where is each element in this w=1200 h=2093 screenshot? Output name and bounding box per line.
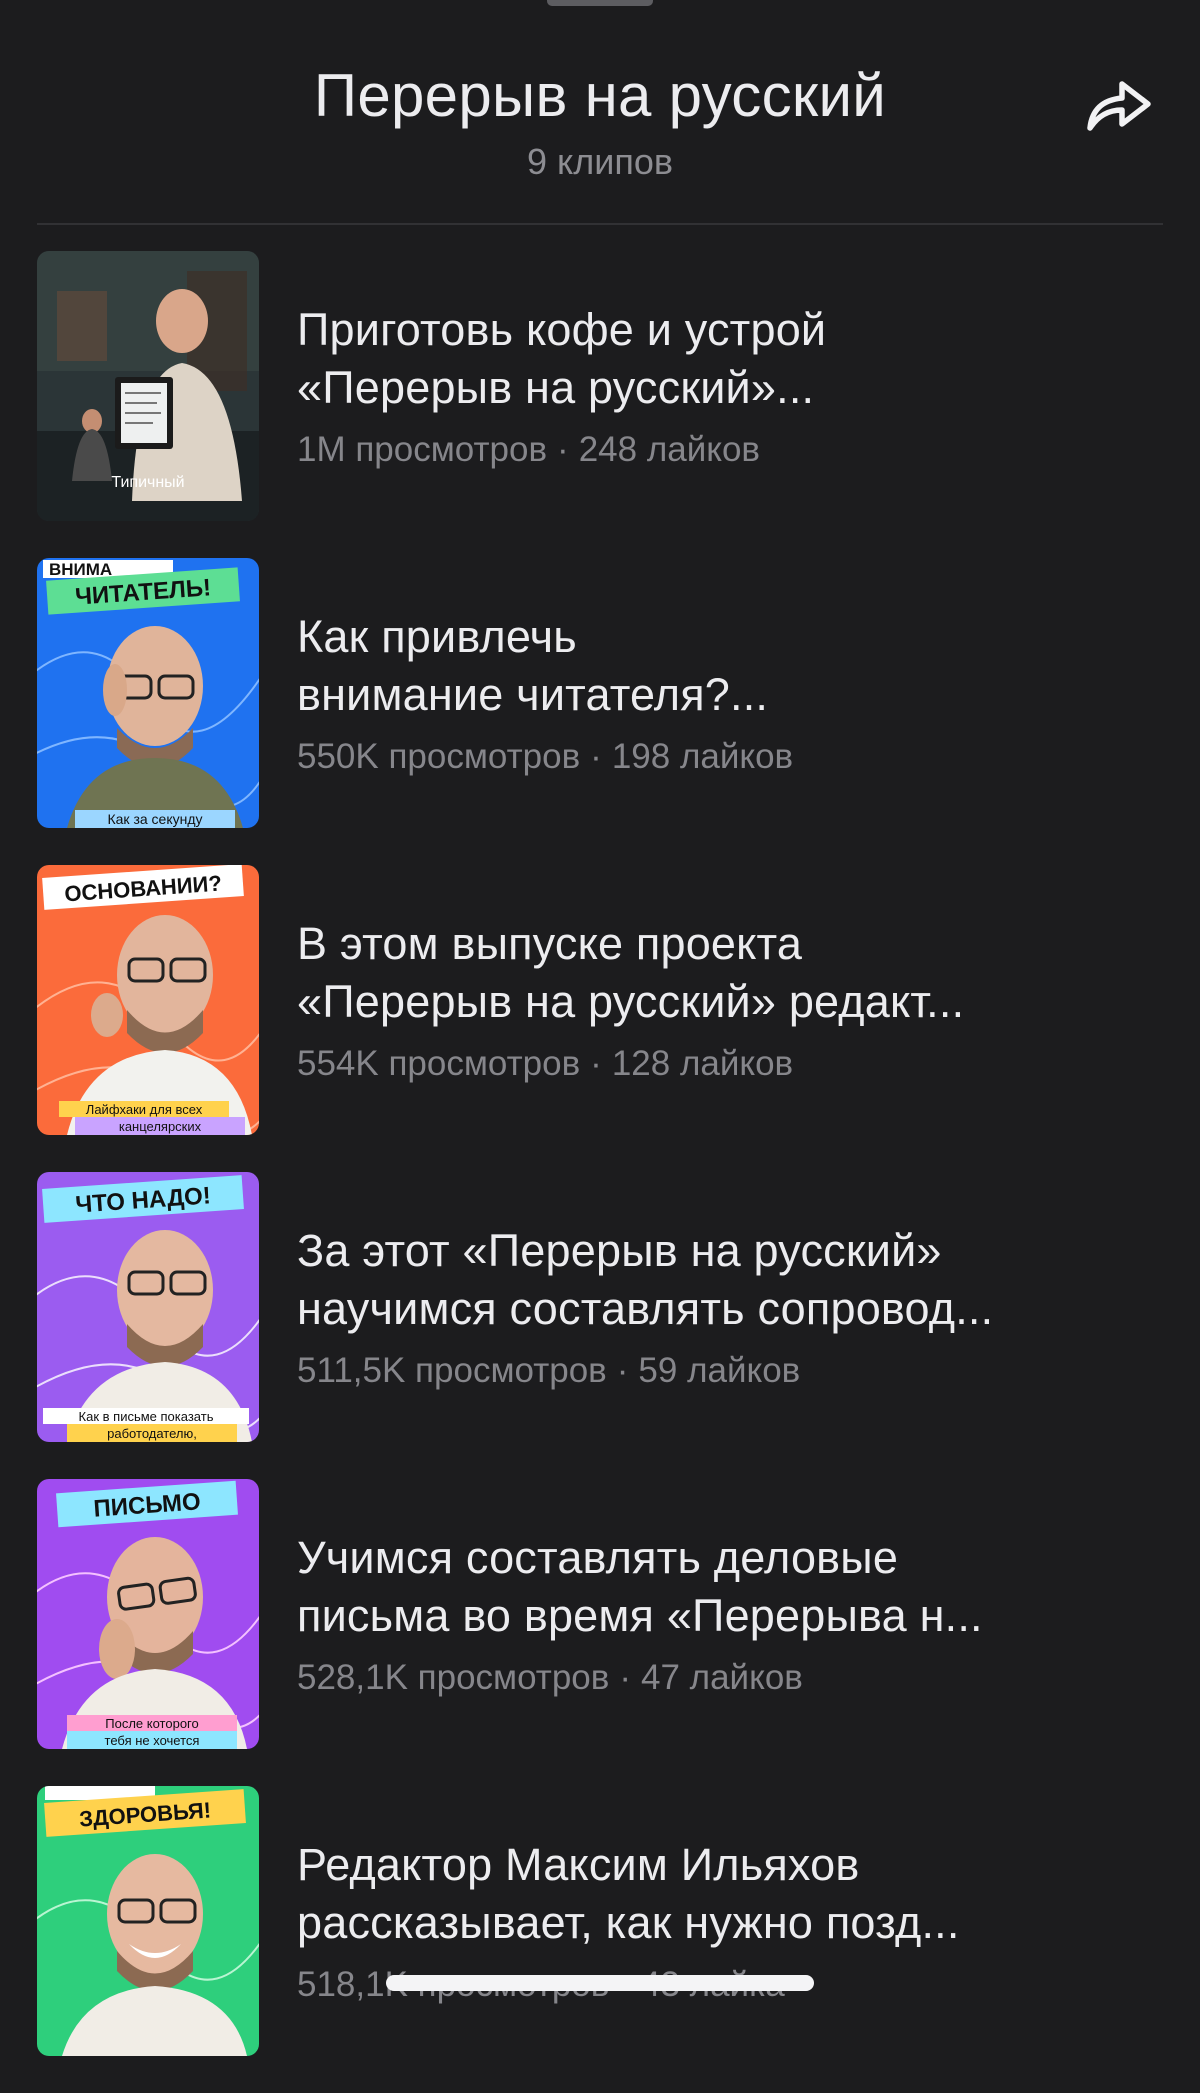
header-divider xyxy=(37,223,1163,225)
thumb-caption: Как за секунду xyxy=(107,811,202,827)
clip-title: Редактор Максим Ильяхов рассказывает, ка… xyxy=(297,1836,1077,1952)
thumb-caption: После которого xyxy=(105,1716,198,1731)
clip-stats: 554K просмотров · 128 лайков xyxy=(297,1042,793,1086)
clip-title-line: внимание читателя?... xyxy=(297,669,769,720)
clip-thumbnail: ОСНОВАНИИ? Лайфхаки для всех канцелярски… xyxy=(37,865,259,1135)
clip-title: Учимся составлять деловые письма во врем… xyxy=(297,1529,1077,1645)
view-count: 528,1K просмотров xyxy=(297,1658,610,1697)
thumb-caption: Лайфхаки для всех xyxy=(86,1102,203,1117)
clip-title: В этом выпуске проекта «Перерыв на русск… xyxy=(297,915,1077,1031)
clip-stats: 1M просмотров · 248 лайков xyxy=(297,428,760,472)
clip-title: За этот «Перерыв на русский» научимся со… xyxy=(297,1222,1077,1338)
meta-separator: · xyxy=(590,1044,602,1083)
home-indicator[interactable] xyxy=(386,1975,814,1991)
thumb-headline: ВНИМА xyxy=(49,560,112,579)
view-count: 1M просмотров xyxy=(297,430,548,469)
clip-title-line: Приготовь кофе и устрой xyxy=(297,304,827,355)
like-count: 128 лайков xyxy=(611,1044,794,1083)
thumb-caption: Типичный xyxy=(111,474,184,491)
clip-title-line: рассказывает, как нужно позд... xyxy=(297,1897,960,1948)
clip-title-line: научимся составлять сопровод... xyxy=(297,1283,994,1334)
view-count: 554K просмотров xyxy=(297,1044,581,1083)
clip-thumbnail: ПИСЬМО После которого тебя не хочется xyxy=(37,1479,259,1749)
clip-title-line: Учимся составлять деловые xyxy=(297,1532,899,1583)
thumb-caption: работодателю, xyxy=(107,1426,197,1441)
clip-thumbnail: ВНИМА ЧИТАТЕЛЬ! Как за секунду xyxy=(37,558,259,828)
share-arrow-icon xyxy=(1087,81,1151,131)
clip-item[interactable]: ВНИМА ЧИТАТЕЛЬ! Как за секунду Как привл… xyxy=(0,558,1200,865)
clip-list: Типичный Приготовь кофе и устрой «Переры… xyxy=(0,251,1200,2093)
meta-separator: · xyxy=(616,1351,629,1390)
clip-title-line: За этот «Перерыв на русский» xyxy=(297,1225,942,1276)
thumb-caption: канцелярских xyxy=(119,1119,202,1134)
like-count: 59 лайков xyxy=(638,1351,801,1390)
share-button[interactable] xyxy=(1082,72,1156,136)
clip-title: Как привлечь внимание читателя?... xyxy=(297,608,1077,724)
clip-title-line: «Перерыв на русский»... xyxy=(297,362,815,413)
clip-thumbnail: Типичный xyxy=(37,251,259,521)
like-count: 47 лайков xyxy=(641,1658,803,1697)
clip-count: 9 клипов xyxy=(527,141,673,182)
view-count: 550K просмотров xyxy=(297,737,581,776)
clip-title-line: Редактор Максим Ильяхов xyxy=(297,1839,860,1890)
meta-separator: · xyxy=(619,1658,632,1697)
clip-stats: 550K просмотров · 198 лайков xyxy=(297,735,793,779)
clip-item[interactable]: ЧТО НАДО! Как в письме показать работода… xyxy=(0,1172,1200,1479)
clip-title: Приготовь кофе и устрой «Перерыв на русс… xyxy=(297,301,1077,417)
thumb-caption: тебя не хочется xyxy=(105,1733,200,1748)
clip-stats: 511,5K просмотров · 59 лайков xyxy=(297,1349,800,1393)
playlist-header: Перерыв на русский 9 клипов xyxy=(0,0,1200,225)
like-count: 198 лайков xyxy=(611,737,794,776)
view-count: 511,5K просмотров xyxy=(297,1351,607,1390)
clip-title-line: «Перерыв на русский» редакт... xyxy=(297,976,965,1027)
clip-item[interactable]: Типичный Приготовь кофе и устрой «Переры… xyxy=(0,251,1200,558)
clip-item[interactable]: ЗДОРОВЬЯ! Редактор Максим Ильяхов расска… xyxy=(0,1786,1200,2093)
clip-stats: 528,1K просмотров · 47 лайков xyxy=(297,1656,803,1700)
clip-title-line: Как привлечь xyxy=(297,611,577,662)
clip-thumbnail: ЗДОРОВЬЯ! xyxy=(37,1786,259,2056)
clip-item[interactable]: ПИСЬМО После которого тебя не хочется Уч… xyxy=(0,1479,1200,1786)
clip-title-line: письма во время «Перерыва н... xyxy=(297,1590,983,1641)
meta-separator: · xyxy=(557,430,569,469)
thumb-caption: Как в письме показать xyxy=(79,1409,214,1424)
clip-item[interactable]: ОСНОВАНИИ? Лайфхаки для всех канцелярски… xyxy=(0,865,1200,1172)
like-count: 248 лайков xyxy=(578,430,761,469)
clip-title-line: В этом выпуске проекта xyxy=(297,918,803,969)
playlist-title: Перерыв на русский xyxy=(313,62,887,129)
clip-thumbnail: ЧТО НАДО! Как в письме показать работода… xyxy=(37,1172,259,1442)
meta-separator: · xyxy=(590,737,602,776)
